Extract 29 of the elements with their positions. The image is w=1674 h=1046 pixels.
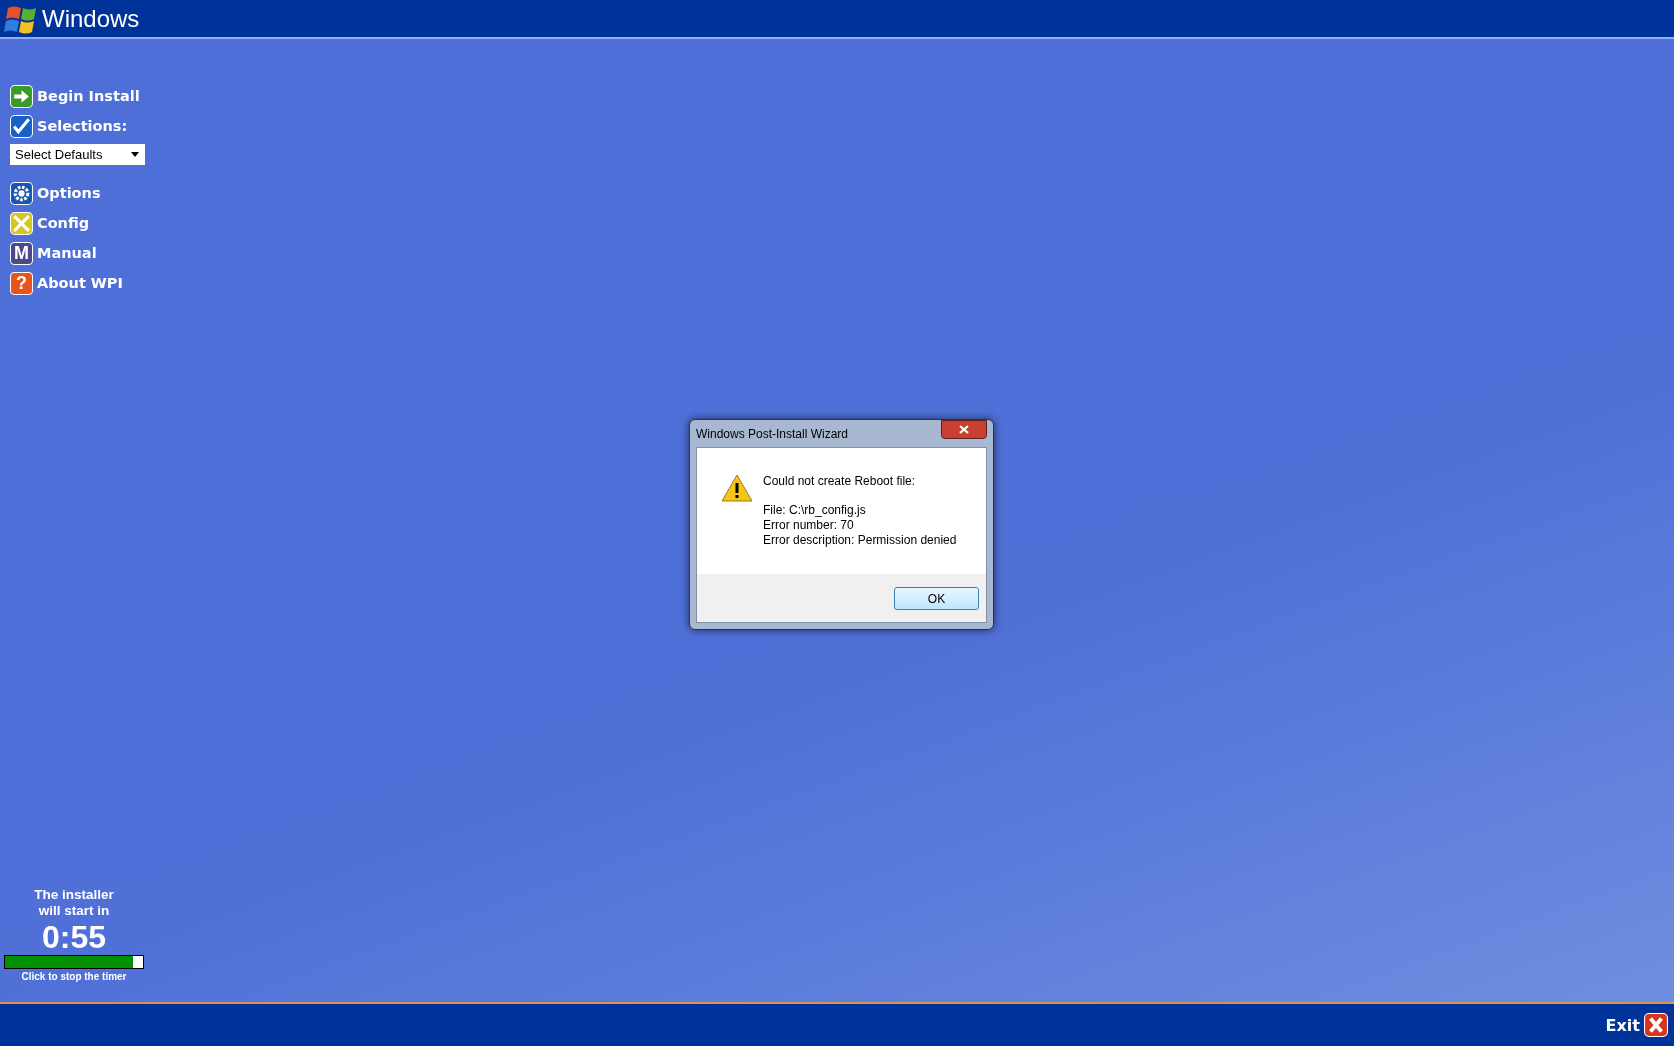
menu-item[interactable]: Begin Install [37, 88, 140, 104]
close-icon [959, 425, 969, 434]
menu-item[interactable]: Options [37, 185, 101, 201]
timer-hint[interactable]: Click to stop the timer [21, 971, 127, 982]
letter-icon: M [10, 241, 33, 265]
error-detail: Error description: Permission denied [763, 533, 957, 548]
timer-message: The installer will start in [33, 887, 115, 919]
menu-item[interactable]: About WPI [37, 275, 123, 291]
selections-dropdown[interactable]: Select Defaults [10, 144, 145, 165]
close-icon[interactable] [1644, 1013, 1668, 1037]
ok-button[interactable]: OK [894, 587, 979, 610]
exit-button[interactable]: Exit [1605, 1015, 1640, 1035]
menu-item[interactable]: Config [37, 215, 90, 231]
caret-icon [131, 152, 139, 157]
menu-item[interactable]: Manual [37, 245, 97, 261]
tools-icon [10, 211, 33, 235]
countdown-time: 0:55 [41, 919, 106, 955]
header-title: Windows [42, 4, 140, 33]
help-icon: ? [10, 271, 33, 295]
close-button[interactable] [941, 420, 987, 439]
dialog-title: Windows Post-Install Wizard [696, 426, 849, 441]
gear-icon [10, 181, 33, 205]
timer-progress-bar[interactable] [4, 955, 144, 969]
error-heading: Could not create Reboot file: [763, 474, 917, 488]
checkmark-icon [10, 114, 33, 138]
menu-item[interactable]: Selections: [37, 118, 128, 134]
error-detail: File: C:\rb_config.js [763, 503, 867, 518]
warning-icon [721, 474, 753, 502]
error-detail: Error number: 70 [763, 518, 855, 533]
